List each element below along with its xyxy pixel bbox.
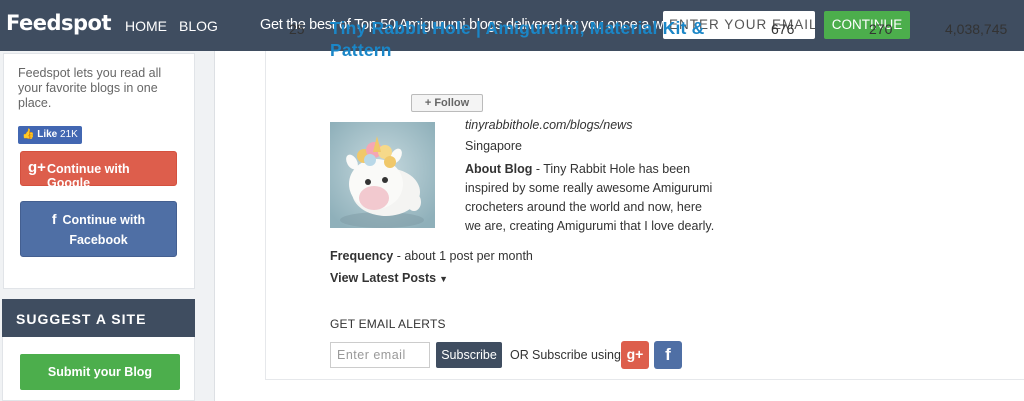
blog-title-text: Tiny Rabbit Hole | Amigurumi, Material K… [330,18,705,60]
google-plus-icon: g+ [28,159,46,176]
google-plus-subscribe-icon[interactable]: g+ [621,341,649,369]
fb-like-count: 21K [60,129,78,140]
frequency-text: - about 1 post per month [393,249,533,263]
thumbs-up-icon: 👍 [22,129,35,140]
blog-url[interactable]: tinyrabbithole.com/blogs/news [465,118,632,132]
about-label: About Blog [465,162,533,176]
entry-rank: 25 [289,21,305,37]
or-text: OR [510,348,529,362]
blog-title-link[interactable]: Tiny Rabbit Hole | Amigurumi, Material K… [330,17,740,61]
fb-like-label: Like [37,129,58,140]
view-latest-posts-dropdown[interactable]: View Latest Posts ▼ [330,271,448,285]
blog-thumbnail[interactable] [330,122,435,228]
unicorn-amigurumi-image [330,122,435,228]
entry-stat-1: 676 [771,21,795,37]
entry-stat-3: 4,038,745 [945,21,1008,37]
nav-home-link[interactable]: HOME [125,18,167,34]
facebook-icon: f [51,211,57,227]
left-sidebar: Feedspot lets you read all your favorite… [0,51,197,401]
continue-with-facebook-button[interactable]: f Continue with Facebook [20,201,177,257]
feedspot-logo[interactable]: Feedspot [6,11,112,35]
continue-button[interactable]: CONTINUE [824,11,910,39]
google-button-label: Continue with Google [47,162,130,190]
about-blog: About Blog - Tiny Rabbit Hole has been i… [465,160,715,236]
facebook-like-button[interactable]: 👍 Like 21K [18,126,82,144]
facebook-subscribe-icon[interactable]: f [654,341,682,369]
subscribe-email-input[interactable]: Enter email [330,342,430,368]
blog-location: Singapore [465,139,522,153]
facebook-button-label: Continue with Facebook [62,213,146,247]
subscribe-using-text: Subscribe using [532,348,621,362]
frequency: Frequency - about 1 post per month [330,249,533,263]
submit-blog-button[interactable]: Submit your Blog [20,354,180,390]
caret-down-icon: ▼ [439,274,448,284]
suggest-site-heading: SUGGEST A SITE [2,299,195,337]
follow-button[interactable]: + Follow [411,94,483,112]
entry-stat-2: 270 [869,21,893,37]
subscribe-button[interactable]: Subscribe [436,342,502,368]
nav-blog-link[interactable]: BLOG [179,18,218,34]
suggest-site-card: Submit your Blog [2,337,195,401]
signup-card: Feedspot lets you read all your favorite… [3,53,195,289]
email-alerts-label: GET EMAIL ALERTS [330,317,446,331]
continue-with-google-button[interactable]: g+ Continue with Google [20,151,177,190]
signup-intro: Feedspot lets you read all your favorite… [18,66,162,110]
frequency-label: Frequency [330,249,394,263]
latest-label: View Latest Posts [330,271,437,285]
